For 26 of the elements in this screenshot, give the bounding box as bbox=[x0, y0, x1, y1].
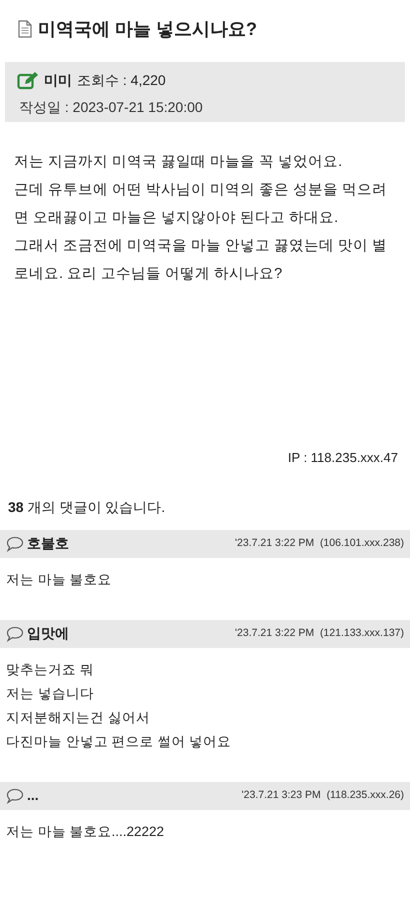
comment-author: ... bbox=[27, 786, 39, 805]
body-paragraph: 저는 지금까지 미역국 끓일때 마늘을 꼭 넣었어요. bbox=[14, 153, 344, 172]
speech-bubble-icon bbox=[6, 536, 24, 552]
view-count: 조회수 : 4,220 bbox=[77, 71, 166, 90]
comment-meta: '23.7.21 3:22 PM (121.133.xxx.137) bbox=[235, 626, 404, 641]
speech-bubble-icon bbox=[6, 788, 24, 804]
comment-text: 저는 넣습니다 bbox=[6, 684, 95, 702]
comment-text: 다진마늘 안넣고 편으로 썰어 넣어요 bbox=[6, 732, 232, 750]
comment-text: 지저분해지는건 싫어서 bbox=[6, 708, 151, 726]
speech-bubble-icon bbox=[6, 626, 24, 642]
comment-meta: '23.7.21 3:22 PM (106.101.xxx.238) bbox=[235, 536, 404, 551]
comment-meta: '23.7.21 3:23 PM (118.235.xxx.26) bbox=[242, 788, 404, 803]
body-paragraph: 근데 유투브에 어떤 박사님이 미역의 좋은 성분을 먹으려면 오래끓이고 마늘은 넣지않아야 된다고 하대요. bbox=[14, 181, 388, 228]
body-paragraph: 그래서 조금전에 미역국을 마늘 안넣고 끓였는데 맛이 별로네요. 요리 고수님들 어떻게 하시나요? bbox=[14, 237, 388, 284]
document-icon bbox=[18, 20, 32, 38]
comment-text: 저는 마늘 불호요....22222 bbox=[6, 822, 166, 840]
comment-text: 맞추는거죠 뭐 bbox=[6, 660, 95, 678]
pencil-note-icon bbox=[17, 72, 39, 90]
comment-author: 호불호 bbox=[27, 534, 69, 553]
ip-address: IP : 118.235.xxx.47 bbox=[288, 449, 398, 467]
comment-text: 저는 마늘 불호요 bbox=[6, 570, 113, 588]
post-title: 미역국에 마늘 넣으시나요? bbox=[38, 18, 257, 40]
comment-author: 입맛에 bbox=[27, 624, 69, 643]
comment-count: 38 개의 댓글이 있습니다. bbox=[8, 498, 166, 514]
post-date: 작성일 : 2023-07-21 15:20:00 bbox=[18, 98, 204, 117]
author-name: 미미 bbox=[44, 71, 72, 90]
